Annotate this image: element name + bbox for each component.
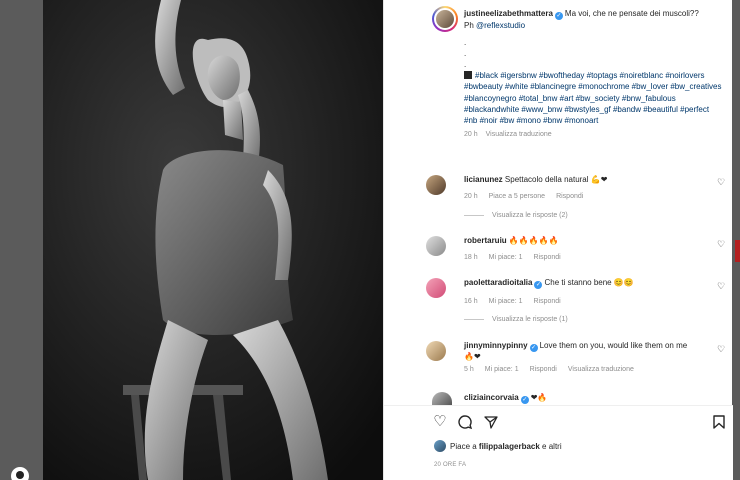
commenter-avatar[interactable] xyxy=(426,236,446,256)
comment-text: Love them on you, would like them on me xyxy=(539,341,688,350)
comment-item: robertaruiu 🔥🔥🔥🔥🔥 18 h Mi piace: 1 Rispond… xyxy=(426,236,719,261)
posted-time: 20 ORE FA xyxy=(434,462,467,468)
comment-item: cliziaincorvaia ✓ ❤🔥 xyxy=(464,393,719,405)
verified-badge-icon: ✓ xyxy=(534,281,543,289)
post-caption: justineelizabethmattera ✓ Ma voi, che ne p… xyxy=(464,8,724,140)
commenter-avatar[interactable] xyxy=(426,175,446,195)
verified-badge-icon: ✓ xyxy=(529,344,538,352)
comment-username[interactable]: jinnyminnypinny xyxy=(464,341,528,350)
profile-icon[interactable] xyxy=(11,467,29,480)
post-time: 20 h xyxy=(464,131,478,139)
comment-likes[interactable]: Piace a 5 persone xyxy=(489,193,545,200)
comment-heart-icon[interactable]: ♡ xyxy=(717,282,726,291)
author-avatar[interactable] xyxy=(432,6,458,32)
comment-heart-icon[interactable]: ♡ xyxy=(717,345,726,354)
comment-time: 20 h xyxy=(464,193,478,200)
modal-backdrop-right xyxy=(732,0,740,480)
comment-text: Che ti stanno bene xyxy=(544,278,612,287)
comment-emoji: 🔥🔥🔥🔥🔥 xyxy=(508,236,559,245)
backdrop-accent xyxy=(735,240,740,262)
verified-badge-icon: ✓ xyxy=(520,396,529,404)
commenter-avatar[interactable] xyxy=(426,341,446,361)
comment-text: Spettacolo della natural xyxy=(504,175,589,184)
comment-likes[interactable]: Mi piace: 1 xyxy=(489,254,523,261)
modal-backdrop-left xyxy=(0,0,43,480)
liked-by-prefix: Piace a xyxy=(450,442,479,451)
comment-item: jinnyminnypinny ✓ Love them on you, would … xyxy=(426,341,719,373)
comment-emoji: ❤🔥 xyxy=(530,393,548,402)
liked-by-suffix: e altri xyxy=(539,442,562,451)
comment-username[interactable]: robertaruiu xyxy=(464,236,507,245)
comment-likes[interactable]: Mi piace: 1 xyxy=(489,298,523,305)
square-icon xyxy=(464,71,472,80)
comment-emoji: 💪❤ xyxy=(590,175,608,184)
author-username[interactable]: justineelizabethmattera xyxy=(464,9,553,18)
comment-heart-icon[interactable]: ♡ xyxy=(717,178,726,187)
caption-credit-prefix: Ph xyxy=(464,21,477,30)
post-detail-panel: justineelizabethmattera ✓ Ma voi, che ne p… xyxy=(383,0,733,480)
view-replies-link[interactable]: Visualizza le risposte (1) xyxy=(464,316,568,323)
caption-dot: . xyxy=(464,60,467,70)
comment-item: paolettaradioitalia ✓ Che ti stanno bene 😊… xyxy=(426,278,719,305)
comment-item: licianunez Spettacolo della natural 💪❤ 2… xyxy=(426,175,719,200)
reply-button[interactable]: Rispondi xyxy=(533,254,560,261)
comment-icon[interactable] xyxy=(457,414,473,430)
caption-dot: . xyxy=(464,49,467,59)
see-translation-link[interactable]: Visualizza traduzione xyxy=(568,366,634,373)
comment-username[interactable]: cliziaincorvaia xyxy=(464,393,519,402)
comment-time: 18 h xyxy=(464,254,478,261)
comment-heart-icon[interactable]: ♡ xyxy=(717,240,726,249)
liked-by-user[interactable]: filippalagerback xyxy=(479,442,540,451)
commenter-avatar[interactable] xyxy=(426,278,446,298)
liked-by-text[interactable]: Piace a filippalagerback e altri xyxy=(450,442,562,451)
liker-avatar[interactable] xyxy=(434,440,446,452)
comment-emoji: 🔥❤ xyxy=(464,352,481,361)
heart-icon[interactable]: ♡ xyxy=(432,414,448,430)
comment-emoji: 😊😊 xyxy=(613,278,634,287)
comment-username[interactable]: paolettaradioitalia xyxy=(464,278,532,287)
post-photo[interactable] xyxy=(43,0,383,480)
comment-time: 16 h xyxy=(464,298,478,305)
view-replies-link[interactable]: Visualizza le risposte (2) xyxy=(464,212,568,219)
reply-button[interactable]: Rispondi xyxy=(533,298,560,305)
see-translation-link[interactable]: Visualizza traduzione xyxy=(486,131,552,138)
hashtags[interactable]: #black #igersbnw #bwoftheday #toptags #n… xyxy=(464,71,721,125)
comment-username[interactable]: licianunez xyxy=(464,175,503,184)
post-actions-bar: ♡ Piace a filippalagerback e altri 20 OR… xyxy=(384,405,733,480)
caption-dot: . xyxy=(464,38,467,48)
share-icon[interactable] xyxy=(483,414,499,430)
caption-text: Ma voi, che ne pensate dei muscoli?? xyxy=(564,9,699,18)
reply-button[interactable]: Rispondi xyxy=(556,193,583,200)
commenter-avatar[interactable] xyxy=(432,392,452,405)
comment-time: 5 h xyxy=(464,366,474,373)
bookmark-icon[interactable] xyxy=(711,414,727,430)
reply-button[interactable]: Rispondi xyxy=(530,366,557,373)
comment-likes[interactable]: Mi piace: 1 xyxy=(485,366,519,373)
photographer-link[interactable]: @reflexstudio xyxy=(476,21,525,30)
verified-badge-icon: ✓ xyxy=(554,12,563,20)
